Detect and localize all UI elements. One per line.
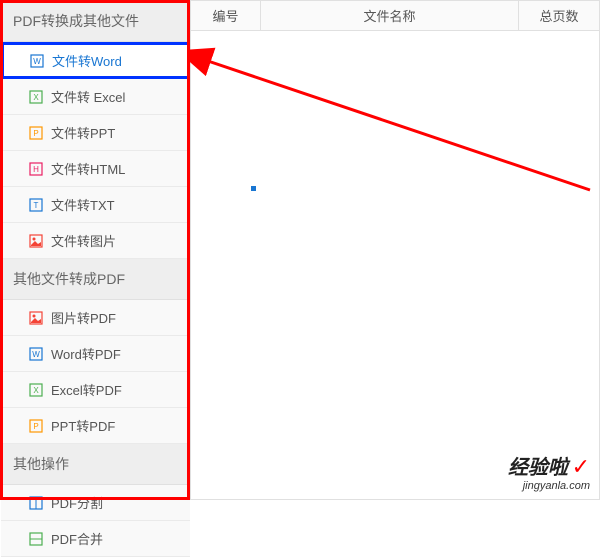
menu-label: 图片转PDF xyxy=(51,308,116,327)
menu-item-ppt-to-pdf[interactable]: P PPT转PDF xyxy=(1,408,190,444)
watermark-url: jingyanla.com xyxy=(508,480,590,492)
menu-label: 文件转PPT xyxy=(51,123,115,142)
watermark: 经验啦 ✓ jingyanla.com xyxy=(508,451,590,492)
svg-text:H: H xyxy=(33,165,39,174)
svg-text:X: X xyxy=(33,386,39,395)
image-icon xyxy=(29,311,43,325)
menu-label: PPT转PDF xyxy=(51,416,115,435)
image-icon xyxy=(29,234,43,248)
svg-text:T: T xyxy=(34,201,39,210)
watermark-check-icon: ✓ xyxy=(572,454,590,479)
menu-label: 文件转 Excel xyxy=(51,87,125,106)
word-icon: W xyxy=(29,347,43,361)
section-header-pdf-to-other: PDF转换成其他文件 xyxy=(1,1,190,42)
column-pages: 总页数 xyxy=(519,0,599,31)
menu-item-file-to-html[interactable]: H 文件转HTML xyxy=(1,151,190,187)
column-filename: 文件名称 xyxy=(261,0,519,31)
svg-text:P: P xyxy=(33,129,38,138)
excel-icon: X xyxy=(29,383,43,397)
svg-text:W: W xyxy=(32,350,40,359)
ppt-icon: P xyxy=(29,126,43,140)
menu-label: 文件转Word xyxy=(52,51,122,70)
svg-text:W: W xyxy=(33,57,41,66)
svg-text:X: X xyxy=(33,93,39,102)
excel-icon: X xyxy=(29,90,43,104)
menu-label: Word转PDF xyxy=(51,344,121,363)
menu-label: PDF合并 xyxy=(51,529,103,548)
menu-label: Excel转PDF xyxy=(51,380,122,399)
menu-label: 文件转图片 xyxy=(51,231,116,250)
menu-label: 文件转TXT xyxy=(51,195,115,214)
txt-icon: T xyxy=(29,198,43,212)
column-number: 编号 xyxy=(191,0,261,31)
section-header-other-to-pdf: 其他文件转成PDF xyxy=(1,259,190,300)
table-body[interactable] xyxy=(191,31,599,499)
menu-item-file-to-image[interactable]: 文件转图片 xyxy=(1,223,190,259)
menu-item-pdf-merge[interactable]: PDF合并 xyxy=(1,521,190,557)
ppt-icon: P xyxy=(29,419,43,433)
watermark-text: 经验啦 xyxy=(508,457,568,479)
main-content: 编号 文件名称 总页数 xyxy=(191,1,599,499)
menu-item-word-to-pdf[interactable]: W Word转PDF xyxy=(1,336,190,372)
menu-label: PDF分割 xyxy=(51,493,103,512)
cursor-dot xyxy=(251,186,256,191)
split-icon xyxy=(29,496,43,510)
word-icon: W xyxy=(30,54,44,68)
section-header-other-ops: 其他操作 xyxy=(1,444,190,485)
menu-item-file-to-word[interactable]: W 文件转Word xyxy=(1,42,190,79)
svg-text:P: P xyxy=(33,422,38,431)
menu-item-file-to-txt[interactable]: T 文件转TXT xyxy=(1,187,190,223)
table-header: 编号 文件名称 总页数 xyxy=(191,1,599,31)
html-icon: H xyxy=(29,162,43,176)
menu-item-excel-to-pdf[interactable]: X Excel转PDF xyxy=(1,372,190,408)
menu-label: 文件转HTML xyxy=(51,159,125,178)
sidebar: PDF转换成其他文件 W 文件转Word X 文件转 Excel P 文件转PP… xyxy=(1,1,191,499)
menu-item-image-to-pdf[interactable]: 图片转PDF xyxy=(1,300,190,336)
menu-item-file-to-ppt[interactable]: P 文件转PPT xyxy=(1,115,190,151)
merge-icon xyxy=(29,532,43,546)
menu-item-pdf-split[interactable]: PDF分割 xyxy=(1,485,190,521)
menu-item-file-to-excel[interactable]: X 文件转 Excel xyxy=(1,79,190,115)
